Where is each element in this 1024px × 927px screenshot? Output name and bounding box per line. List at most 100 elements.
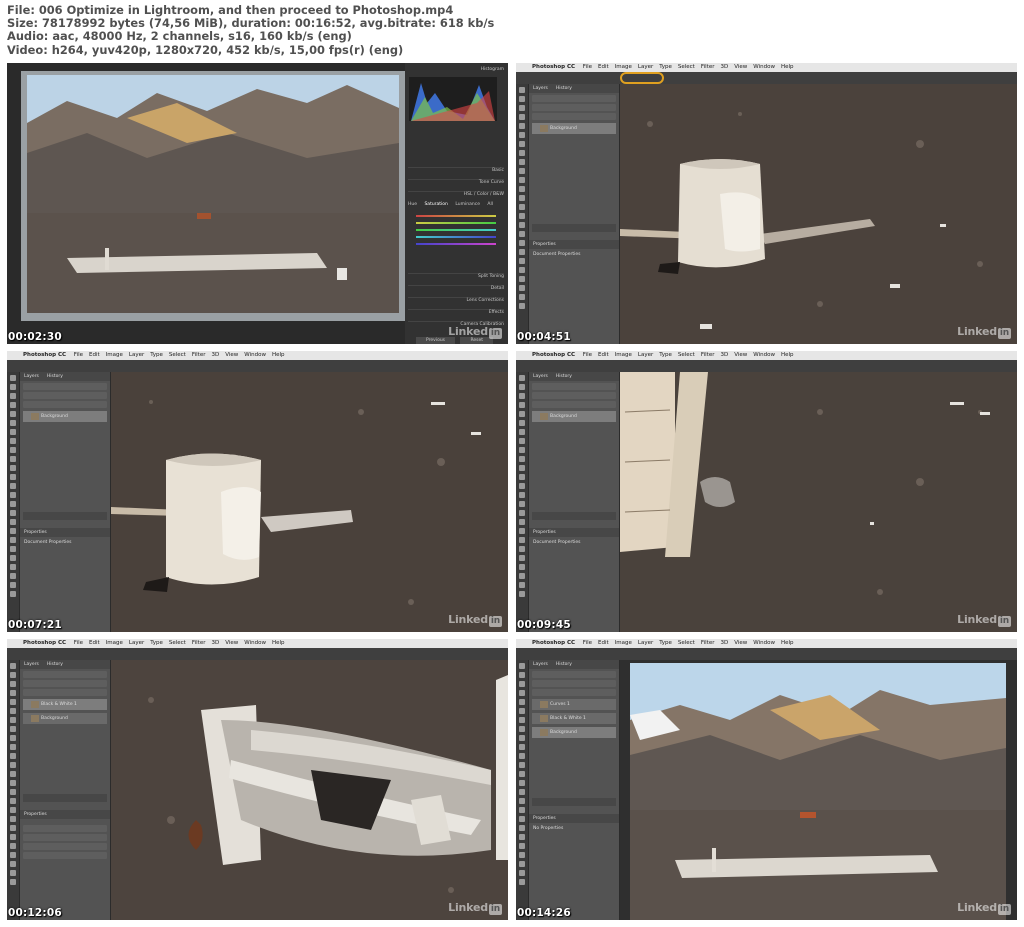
- menu-edit[interactable]: Edit: [89, 352, 100, 358]
- layer-curves[interactable]: Curves 1: [532, 699, 616, 710]
- menu-select[interactable]: Select: [678, 352, 695, 358]
- menu-image[interactable]: Image: [615, 64, 632, 70]
- hsl-tab-luminance[interactable]: Luminance: [455, 202, 480, 207]
- tools-panel[interactable]: [516, 372, 529, 632]
- tools-panel[interactable]: [7, 660, 20, 920]
- menu-help[interactable]: Help: [781, 352, 794, 358]
- menu-layer[interactable]: Layer: [129, 640, 144, 646]
- layer-background[interactable]: Background: [23, 713, 107, 724]
- panel-histogram[interactable]: Histogram: [408, 67, 504, 77]
- layer-black-white[interactable]: Black & White 1: [23, 699, 107, 710]
- layer-background[interactable]: Background: [532, 123, 616, 134]
- menu-layer[interactable]: Layer: [638, 640, 653, 646]
- menu-image[interactable]: Image: [106, 640, 123, 646]
- panel-hsl[interactable]: HSL / Color / B&W: [408, 191, 504, 202]
- panel-effects[interactable]: Effects: [408, 309, 504, 321]
- menu-file[interactable]: File: [74, 352, 83, 358]
- menu-filter[interactable]: Filter: [701, 352, 715, 358]
- menu-select[interactable]: Select: [678, 64, 695, 70]
- menu-type[interactable]: Type: [659, 64, 672, 70]
- menu-type[interactable]: Type: [150, 640, 163, 646]
- menu-layer[interactable]: Layer: [129, 352, 144, 358]
- saturation-sliders[interactable]: [408, 215, 504, 273]
- tab-history[interactable]: History: [47, 662, 63, 667]
- menu-view[interactable]: View: [225, 640, 238, 646]
- menu-view[interactable]: View: [734, 352, 747, 358]
- panel-basic[interactable]: Basic: [408, 167, 504, 179]
- canvas[interactable]: [111, 372, 508, 632]
- menu-type[interactable]: Type: [659, 352, 672, 358]
- menu-view[interactable]: View: [225, 352, 238, 358]
- tab-layers[interactable]: Layers: [24, 662, 39, 667]
- layer-background[interactable]: Background: [532, 727, 616, 738]
- canvas[interactable]: [111, 660, 508, 920]
- menu-3d[interactable]: 3D: [720, 640, 728, 646]
- menu-3d[interactable]: 3D: [720, 352, 728, 358]
- tools-panel[interactable]: [516, 660, 529, 920]
- menu-help[interactable]: Help: [272, 352, 285, 358]
- tab-layers[interactable]: Layers: [533, 374, 548, 379]
- menu-filter[interactable]: Filter: [701, 64, 715, 70]
- menu-3d[interactable]: 3D: [720, 64, 728, 70]
- canvas[interactable]: [620, 84, 1017, 344]
- tab-properties[interactable]: Properties: [24, 812, 47, 817]
- menu-3d[interactable]: 3D: [211, 352, 219, 358]
- menu-edit[interactable]: Edit: [598, 352, 609, 358]
- tab-history[interactable]: History: [47, 374, 63, 379]
- tab-properties[interactable]: Properties: [533, 816, 556, 821]
- panel-split-toning[interactable]: Split Toning: [408, 273, 504, 285]
- tab-layers[interactable]: Layers: [533, 662, 548, 667]
- tab-layers[interactable]: Layers: [533, 86, 548, 91]
- menu-file[interactable]: File: [583, 640, 592, 646]
- menu-layer[interactable]: Layer: [638, 64, 653, 70]
- menu-filter[interactable]: Filter: [192, 352, 206, 358]
- hsl-tab-saturation[interactable]: Saturation: [424, 202, 447, 207]
- menu-select[interactable]: Select: [678, 640, 695, 646]
- panel-lens-corrections[interactable]: Lens Corrections: [408, 297, 504, 309]
- tab-history[interactable]: History: [556, 662, 572, 667]
- tab-properties[interactable]: Properties: [24, 530, 47, 535]
- tab-layers[interactable]: Layers: [24, 374, 39, 379]
- menu-select[interactable]: Select: [169, 640, 186, 646]
- menu-image[interactable]: Image: [615, 352, 632, 358]
- menu-file[interactable]: File: [583, 352, 592, 358]
- menu-window[interactable]: Window: [244, 640, 266, 646]
- menu-select[interactable]: Select: [169, 352, 186, 358]
- menu-type[interactable]: Type: [659, 640, 672, 646]
- layer-background[interactable]: Background: [532, 411, 616, 422]
- tab-properties[interactable]: Properties: [533, 242, 556, 247]
- tab-history[interactable]: History: [556, 86, 572, 91]
- menu-window[interactable]: Window: [753, 640, 775, 646]
- layer-background[interactable]: Background: [23, 411, 107, 422]
- menu-view[interactable]: View: [734, 64, 747, 70]
- menu-image[interactable]: Image: [615, 640, 632, 646]
- menu-filter[interactable]: Filter: [701, 640, 715, 646]
- tools-panel[interactable]: [516, 84, 529, 344]
- menu-layer[interactable]: Layer: [638, 352, 653, 358]
- menu-edit[interactable]: Edit: [598, 640, 609, 646]
- menu-help[interactable]: Help: [781, 64, 794, 70]
- menu-edit[interactable]: Edit: [598, 64, 609, 70]
- menu-view[interactable]: View: [734, 640, 747, 646]
- menu-image[interactable]: Image: [106, 352, 123, 358]
- panel-tone-curve[interactable]: Tone Curve: [408, 179, 504, 191]
- menu-file[interactable]: File: [74, 640, 83, 646]
- hsl-tab-hue[interactable]: Hue: [408, 202, 417, 207]
- tab-history[interactable]: History: [556, 374, 572, 379]
- menu-help[interactable]: Help: [781, 640, 794, 646]
- menu-edit[interactable]: Edit: [89, 640, 100, 646]
- layer-black-white[interactable]: Black & White 1: [532, 713, 616, 724]
- menu-window[interactable]: Window: [244, 352, 266, 358]
- canvas[interactable]: [620, 660, 1017, 920]
- canvas[interactable]: [620, 372, 1017, 632]
- tab-properties[interactable]: Properties: [533, 530, 556, 535]
- menu-help[interactable]: Help: [272, 640, 285, 646]
- menu-filter[interactable]: Filter: [192, 640, 206, 646]
- panel-detail[interactable]: Detail: [408, 285, 504, 297]
- menu-type[interactable]: Type: [150, 352, 163, 358]
- tools-panel[interactable]: [7, 372, 20, 632]
- hsl-tab-all[interactable]: All: [487, 202, 493, 207]
- menu-3d[interactable]: 3D: [211, 640, 219, 646]
- menu-file[interactable]: File: [583, 64, 592, 70]
- menu-window[interactable]: Window: [753, 64, 775, 70]
